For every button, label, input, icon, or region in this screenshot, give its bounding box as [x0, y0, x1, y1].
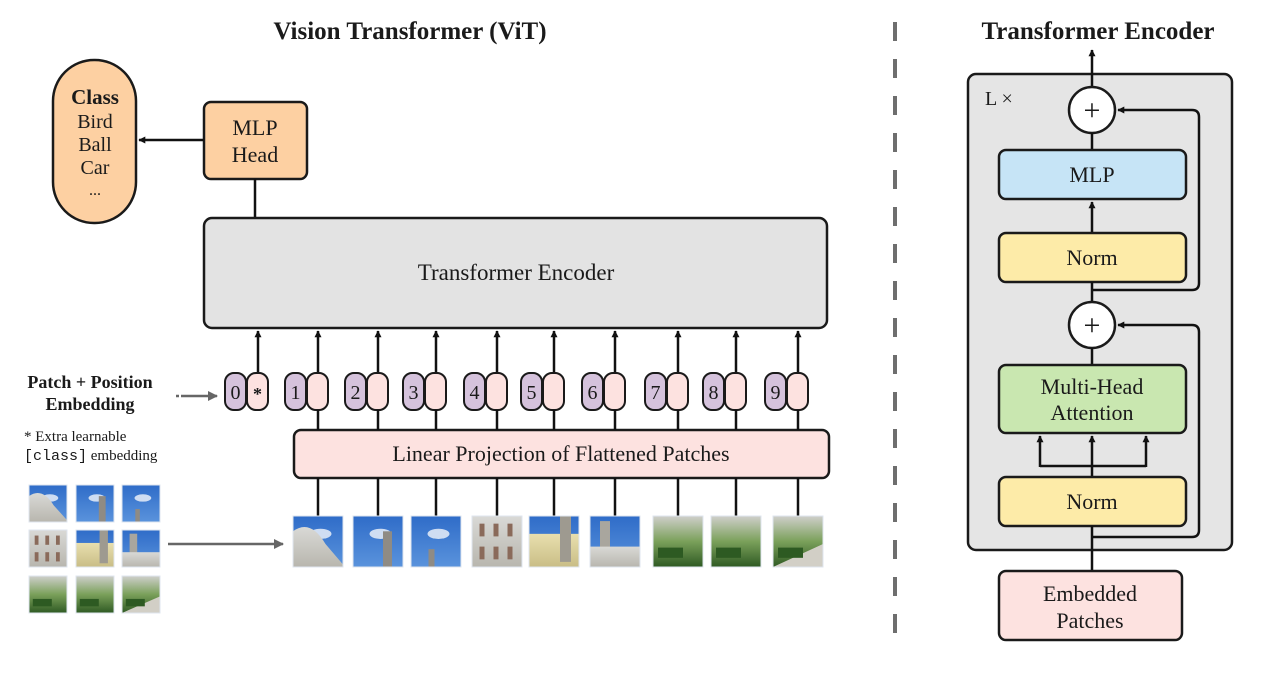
position-index: 4: [470, 382, 480, 404]
token-embedding: 6: [581, 330, 626, 430]
image-patch: [121, 529, 161, 568]
patch-row: [292, 478, 824, 568]
plus-bottom: +: [1084, 309, 1101, 342]
image-patch: [528, 515, 580, 568]
position-index: 2: [351, 382, 361, 404]
patch-embedding-pill: [666, 372, 689, 411]
footnote-rest: embedding: [87, 448, 158, 464]
token-embedding: 9: [764, 330, 809, 430]
position-index: 1: [291, 382, 301, 404]
image-patch: [292, 515, 344, 568]
norm-bottom-label: Norm: [1066, 489, 1117, 514]
class-item: Bird: [77, 111, 113, 133]
image-patch: [352, 515, 404, 568]
image-patch: [710, 515, 762, 568]
image-patch: [75, 529, 115, 568]
footnote-line-1: * Extra learnable: [24, 429, 127, 445]
attention-label-2: Attention: [1050, 400, 1133, 425]
patch-embedding-pill: [603, 372, 626, 411]
source-image-grid: [28, 484, 161, 614]
position-index: 5: [527, 382, 537, 404]
token-embedding: 0 *: [224, 330, 269, 411]
mlp-head-box: [202, 100, 309, 181]
token-embedding: 1: [284, 330, 329, 430]
vit-diagram: Vision Transformer (ViT) Transformer Enc…: [24, 18, 1234, 642]
image-patch: [28, 484, 68, 523]
image-patch: [121, 575, 161, 614]
position-index: 0: [231, 382, 241, 404]
embedded-label-1: Embedded: [1043, 581, 1137, 606]
position-index: 9: [771, 382, 781, 404]
vit-title: Vision Transformer (ViT): [273, 18, 546, 45]
class-token-mark: *: [253, 384, 262, 404]
token-embedding: 7: [644, 330, 689, 430]
footnote-code: [class]: [24, 448, 87, 465]
linear-projection-label: Linear Projection of Flattened Patches: [392, 441, 729, 466]
image-patch: [121, 484, 161, 523]
repeat-label: L ×: [985, 88, 1013, 110]
class-item: Ball: [78, 134, 112, 156]
token-embedding: 3: [402, 330, 447, 430]
token-embedding: 5: [520, 330, 565, 430]
patch-embedding-pill: [424, 372, 447, 411]
mlp-head-label-2: Head: [232, 142, 278, 167]
patch-embedding-pill: [306, 372, 329, 411]
attention-label-1: Multi-Head: [1041, 374, 1144, 399]
image-patch: [28, 575, 68, 614]
embedding-label-2: Embedding: [45, 394, 134, 414]
embedding-label-1: Patch + Position: [27, 372, 152, 392]
footnote-line-2: [class] embedding: [24, 448, 158, 465]
token-embedding: 2: [344, 330, 389, 430]
patch-embedding-pill: [542, 372, 565, 411]
token-embedding: 8: [702, 330, 747, 430]
image-patch: [772, 515, 824, 568]
position-index: 3: [409, 382, 419, 404]
position-index: 6: [588, 382, 598, 404]
image-patch: [652, 515, 704, 568]
image-patch: [28, 529, 68, 568]
image-patch: [471, 515, 523, 568]
position-index: 7: [651, 382, 661, 404]
plus-top: +: [1084, 94, 1101, 127]
patch-embedding-pill: [786, 372, 809, 411]
encoder-title: Transformer Encoder: [981, 18, 1214, 45]
embedded-label-2: Patches: [1056, 608, 1123, 633]
patch-embedding-pill: [366, 372, 389, 411]
mlp-head-label-1: MLP: [232, 115, 277, 140]
image-patch: [589, 515, 641, 568]
norm-top-label: Norm: [1066, 245, 1117, 270]
position-index: 8: [709, 382, 719, 404]
vit-encoder-label: Transformer Encoder: [418, 260, 615, 285]
image-patch: [75, 575, 115, 614]
token-row: 0 * 1 2 3 4 5 6 7 8 9: [224, 330, 809, 430]
mlp-label: MLP: [1069, 162, 1114, 187]
patch-embedding-pill: [485, 372, 508, 411]
token-embedding: 4: [463, 330, 508, 430]
image-patch: [75, 484, 115, 523]
class-item: ...: [89, 182, 101, 199]
class-heading: Class: [71, 85, 119, 109]
class-item: Car: [81, 157, 110, 179]
patch-embedding-pill: [724, 372, 747, 411]
image-patch: [410, 515, 462, 568]
